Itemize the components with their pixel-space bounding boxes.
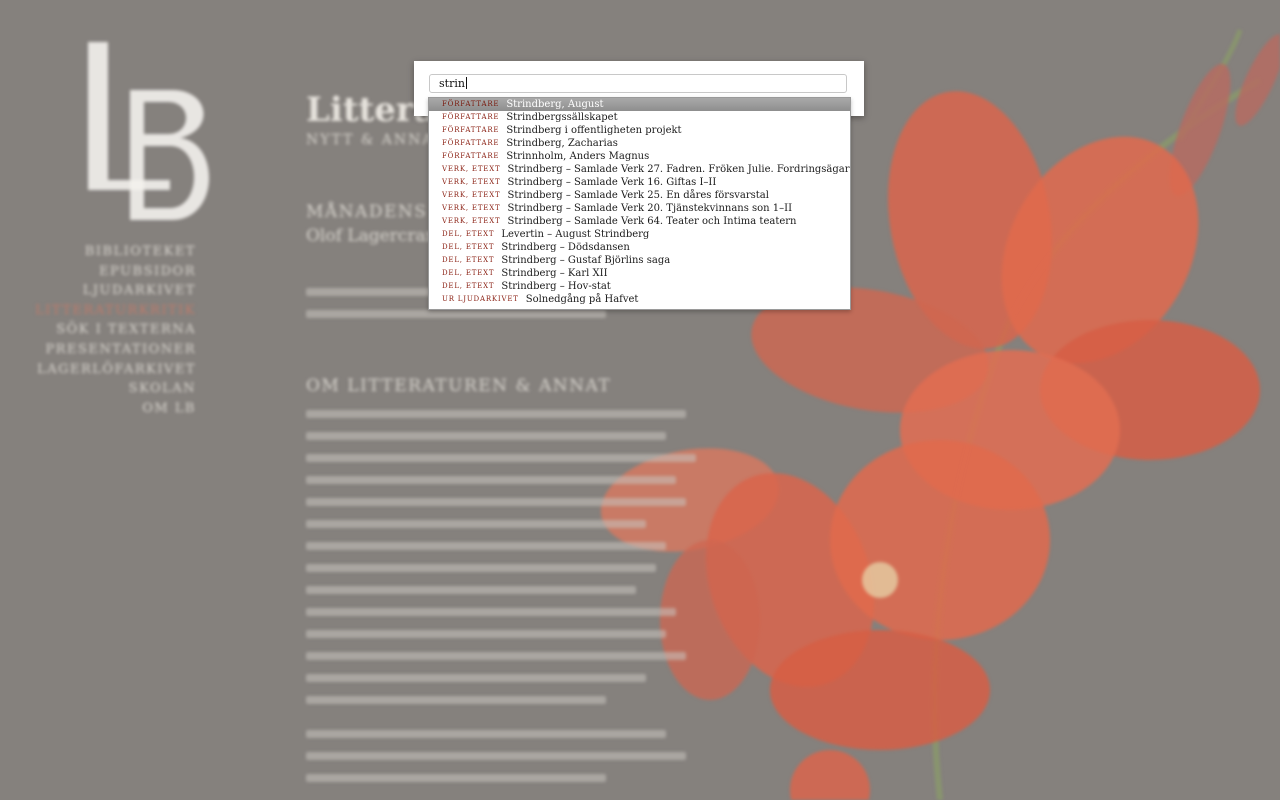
- item-category: författare: [442, 126, 500, 134]
- menu-item[interactable]: Presentationer: [20, 340, 196, 360]
- menu-item[interactable]: Sök i texterna: [20, 320, 196, 340]
- menu-item[interactable]: Om LB: [20, 399, 196, 419]
- autocomplete-item[interactable]: verk, etext Strindberg – Samlade Verk 64…: [429, 215, 850, 228]
- text-caret: [465, 77, 467, 89]
- item-text: Strindberg, Zacharias: [506, 138, 618, 149]
- item-category: ur ljudarkivet: [442, 295, 519, 303]
- autocomplete-item[interactable]: författare Strindbergssällskapet: [429, 111, 850, 124]
- autocomplete-item[interactable]: del, etext Strindberg – Hov-stat: [429, 280, 850, 293]
- item-text: Levertin – August Strindberg: [501, 229, 650, 240]
- item-category: del, etext: [442, 256, 495, 264]
- menu-item[interactable]: Skolan: [20, 379, 196, 399]
- menu-item[interactable]: Epubsidor: [20, 262, 196, 282]
- item-text: Strindberg – Karl XII: [501, 268, 608, 279]
- item-category: verk, etext: [442, 191, 501, 199]
- autocomplete-item[interactable]: författare Strindberg i offentligheten p…: [429, 124, 850, 137]
- item-text: Strindberg – Samlade Verk 20. Tjänstekvi…: [507, 203, 793, 214]
- item-category: verk, etext: [442, 204, 501, 212]
- main-menu: Biblioteket Epubsidor Ljudarkivet Litter…: [20, 242, 196, 418]
- item-category: del, etext: [442, 282, 495, 290]
- item-category: del, etext: [442, 230, 495, 238]
- autocomplete-item[interactable]: del, etext Strindberg – Karl XII: [429, 267, 850, 280]
- item-category: verk, etext: [442, 217, 501, 225]
- section-body: [306, 410, 826, 782]
- item-category: författare: [442, 139, 500, 147]
- autocomplete-dropdown: författare Strindberg, August författare…: [428, 97, 851, 310]
- menu-item-active[interactable]: Litteraturkritik: [20, 301, 196, 321]
- autocomplete-item[interactable]: del, etext Strindberg – Gustaf Björlins …: [429, 254, 850, 267]
- autocomplete-item[interactable]: verk, etext Strindberg – Samlade Verk 20…: [429, 202, 850, 215]
- item-text: Strindberg i offentligheten projekt: [506, 125, 682, 136]
- menu-item[interactable]: Lagerlöfarkivet: [20, 360, 196, 380]
- item-text: Strindbergssällskapet: [506, 112, 618, 123]
- item-text: Strindberg – Gustaf Björlins saga: [501, 255, 671, 266]
- autocomplete-item[interactable]: del, etext Strindberg – Dödsdansen: [429, 241, 850, 254]
- item-text: Strindberg – Samlade Verk 27. Fadren. Fr…: [507, 164, 851, 175]
- item-text: Solnedgång på Hafvet: [525, 294, 639, 305]
- item-category: författare: [442, 113, 500, 121]
- item-text: Strindberg, August: [506, 99, 604, 110]
- autocomplete-item[interactable]: verk, etext Strindberg – Samlade Verk 27…: [429, 163, 850, 176]
- item-text: Strindberg – Hov-stat: [501, 281, 611, 292]
- autocomplete-item[interactable]: verk, etext Strindberg – Samlade Verk 25…: [429, 189, 850, 202]
- item-category: del, etext: [442, 243, 495, 251]
- section-heading: OM LITTERATUREN & ANNAT: [306, 376, 612, 396]
- logo: [60, 30, 230, 230]
- autocomplete-item-selected[interactable]: författare Strindberg, August: [429, 98, 850, 111]
- item-category: författare: [442, 100, 500, 108]
- autocomplete-item[interactable]: författare Strindberg, Zacharias: [429, 137, 850, 150]
- item-category: författare: [442, 152, 500, 160]
- search-query: strin: [439, 77, 465, 90]
- item-text: Strindberg – Samlade Verk 16. Giftas I–I…: [507, 177, 717, 188]
- autocomplete-item[interactable]: författare Strinnholm, Anders Magnus: [429, 150, 850, 163]
- autocomplete-item[interactable]: verk, etext Strindberg – Samlade Verk 16…: [429, 176, 850, 189]
- item-text: Strinnholm, Anders Magnus: [506, 151, 650, 162]
- menu-item[interactable]: Ljudarkivet: [20, 281, 196, 301]
- item-category: verk, etext: [442, 165, 501, 173]
- item-text: Strindberg – Dödsdansen: [501, 242, 630, 253]
- item-text: Strindberg – Samlade Verk 64. Teater och…: [507, 216, 797, 227]
- autocomplete-item[interactable]: ur ljudarkivet Solnedgång på Hafvet: [429, 293, 850, 306]
- search-input[interactable]: strin: [429, 74, 847, 93]
- item-category: verk, etext: [442, 178, 501, 186]
- menu-item[interactable]: Biblioteket: [20, 242, 196, 262]
- item-category: del, etext: [442, 269, 495, 277]
- autocomplete-item[interactable]: del, etext Levertin – August Strindberg: [429, 228, 850, 241]
- item-text: Strindberg – Samlade Verk 25. En dåres f…: [507, 190, 769, 201]
